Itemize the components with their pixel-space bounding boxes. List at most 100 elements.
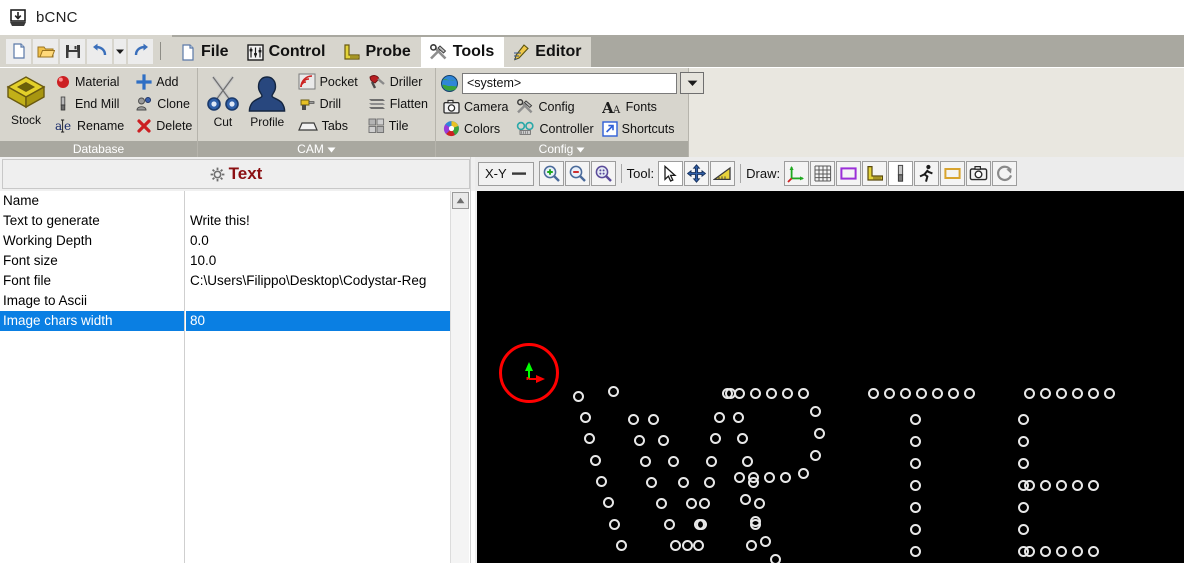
colors-button[interactable]: Colors	[440, 118, 511, 139]
config-dropdown-icon[interactable]	[576, 145, 585, 154]
drill-hole-marker	[645, 476, 657, 488]
drill-hole-marker	[583, 432, 595, 444]
drill-hole-marker	[1087, 387, 1099, 399]
view-xy-button[interactable]: X-Y	[478, 161, 534, 186]
new-file-icon[interactable]	[6, 38, 31, 64]
profile-button[interactable]: Profile	[244, 71, 291, 129]
value-font-size[interactable]: 10.0	[186, 251, 459, 271]
camera-label: Camera	[464, 99, 509, 114]
material-button[interactable]: Material	[52, 71, 127, 92]
pencil-icon	[512, 43, 530, 61]
tab-control[interactable]: Control	[238, 37, 336, 67]
triangle-up-icon[interactable]	[451, 192, 469, 209]
property-table-scrollbar[interactable]	[450, 191, 469, 563]
flatten-button[interactable]: Flatten	[365, 93, 431, 114]
undo-icon[interactable]	[87, 38, 112, 64]
flatten-icon	[368, 96, 386, 112]
save-icon[interactable]	[60, 38, 85, 64]
cam-dropdown-icon[interactable]	[327, 145, 336, 154]
tab-probe[interactable]: Probe	[335, 37, 421, 67]
chevron-down-icon[interactable]	[680, 72, 704, 94]
cam-group-title-bar: CAM	[198, 141, 435, 157]
tool-ruler-button[interactable]	[710, 161, 736, 186]
draw-endmill-button[interactable]	[888, 161, 914, 186]
rename-icon: a e	[55, 118, 73, 134]
rotate-icon	[995, 164, 1014, 183]
value-text-to-generate[interactable]: Write this!	[186, 211, 459, 231]
drill-hole-marker	[739, 493, 751, 505]
undo-dropdown-icon[interactable]	[114, 38, 126, 64]
drill-button[interactable]: Drill	[295, 93, 361, 114]
profile-label: Profile	[250, 115, 285, 129]
tabs-button[interactable]: Tabs	[295, 115, 361, 136]
property-row-font-file[interactable]: Font file	[0, 271, 184, 291]
drill-hole-marker	[663, 518, 675, 530]
value-working-depth[interactable]: 0.0	[186, 231, 459, 251]
config-system-combo[interactable]: <system>	[462, 72, 677, 94]
property-row-name[interactable]: Name	[0, 191, 184, 211]
tab-probe-label: Probe	[365, 43, 411, 60]
zoom-fit-button[interactable]	[590, 161, 616, 186]
property-row-font-size[interactable]: Font size	[0, 251, 184, 271]
tile-button[interactable]: Tile	[365, 115, 431, 136]
zoom-in-button[interactable]	[538, 161, 564, 186]
tab-tools[interactable]: Tools	[420, 37, 505, 67]
add-label: Add	[156, 74, 179, 89]
tool-pan-button[interactable]	[684, 161, 710, 186]
cut-button[interactable]: Cut	[202, 71, 244, 129]
cam-group-title: CAM	[297, 142, 324, 156]
drill-hole-marker	[947, 387, 959, 399]
tab-file[interactable]: File	[172, 37, 239, 67]
drill-hole-marker	[698, 497, 710, 509]
tool-select-button[interactable]	[658, 161, 684, 186]
shortcuts-button[interactable]: Shortcuts	[599, 118, 678, 139]
drill-hole-marker	[705, 455, 717, 467]
property-row-working-depth[interactable]: Working Depth	[0, 231, 184, 251]
draw-camera-button[interactable]	[966, 161, 992, 186]
tab-editor[interactable]: Editor	[504, 37, 592, 67]
database-group-title: Database	[72, 142, 125, 156]
pocket-button[interactable]: Pocket	[295, 71, 361, 92]
drill-hole-marker	[703, 476, 715, 488]
draw-path-button[interactable]	[914, 161, 940, 186]
drill-hole-marker	[781, 387, 793, 399]
stock-button[interactable]: Stock	[4, 71, 48, 127]
draw-workarea-button[interactable]	[940, 161, 966, 186]
cnc-canvas[interactable]	[477, 191, 1184, 563]
controller-button[interactable]: Controller	[513, 118, 596, 139]
end-mill-button[interactable]: End Mill	[52, 93, 127, 114]
draw-axes-button[interactable]	[784, 161, 810, 186]
draw-rotate-button[interactable]	[992, 161, 1018, 186]
draw-probe-button[interactable]	[862, 161, 888, 186]
pocket-label: Pocket	[319, 74, 358, 89]
driller-button[interactable]: Driller	[365, 71, 431, 92]
drill-hole-marker	[1103, 387, 1115, 399]
fonts-button[interactable]: A A Fonts	[599, 96, 678, 117]
rename-button[interactable]: a e Rename	[52, 115, 127, 136]
delete-button[interactable]: Delete	[133, 115, 195, 136]
cam-column-2: Driller Flatten Tile	[365, 71, 431, 136]
camera-button[interactable]: Camera	[440, 96, 511, 117]
clone-button[interactable]: Clone	[133, 93, 195, 114]
open-folder-icon[interactable]	[33, 38, 58, 64]
redo-icon[interactable]	[128, 38, 153, 64]
property-row-image-chars-width[interactable]: Image chars width	[0, 311, 184, 331]
zoom-out-button[interactable]	[564, 161, 590, 186]
value-image-to-ascii[interactable]	[186, 291, 459, 311]
drill-hole-marker	[1023, 479, 1035, 491]
add-button[interactable]: Add	[133, 71, 195, 92]
draw-grid-button[interactable]	[810, 161, 836, 186]
clone-label: Clone	[157, 96, 190, 111]
draw-margin-button[interactable]	[836, 161, 862, 186]
property-row-text-to-generate[interactable]: Text to generate	[0, 211, 184, 231]
value-name[interactable]	[186, 191, 459, 211]
property-row-image-to-ascii[interactable]: Image to Ascii	[0, 291, 184, 311]
view-xy-label: X-Y	[485, 166, 507, 181]
drill-hole-marker	[909, 501, 921, 513]
drill-hole-marker	[1071, 479, 1083, 491]
value-font-file[interactable]: C:\Users\Filippo\Desktop\Codystar-Reg	[186, 271, 459, 291]
ribbon-body: Stock Material End Mill a e Rename Add C…	[0, 67, 1184, 157]
drill-hole-marker	[1017, 523, 1029, 535]
config-button[interactable]: Config	[513, 96, 596, 117]
value-image-chars-width[interactable]: 80	[186, 311, 459, 331]
